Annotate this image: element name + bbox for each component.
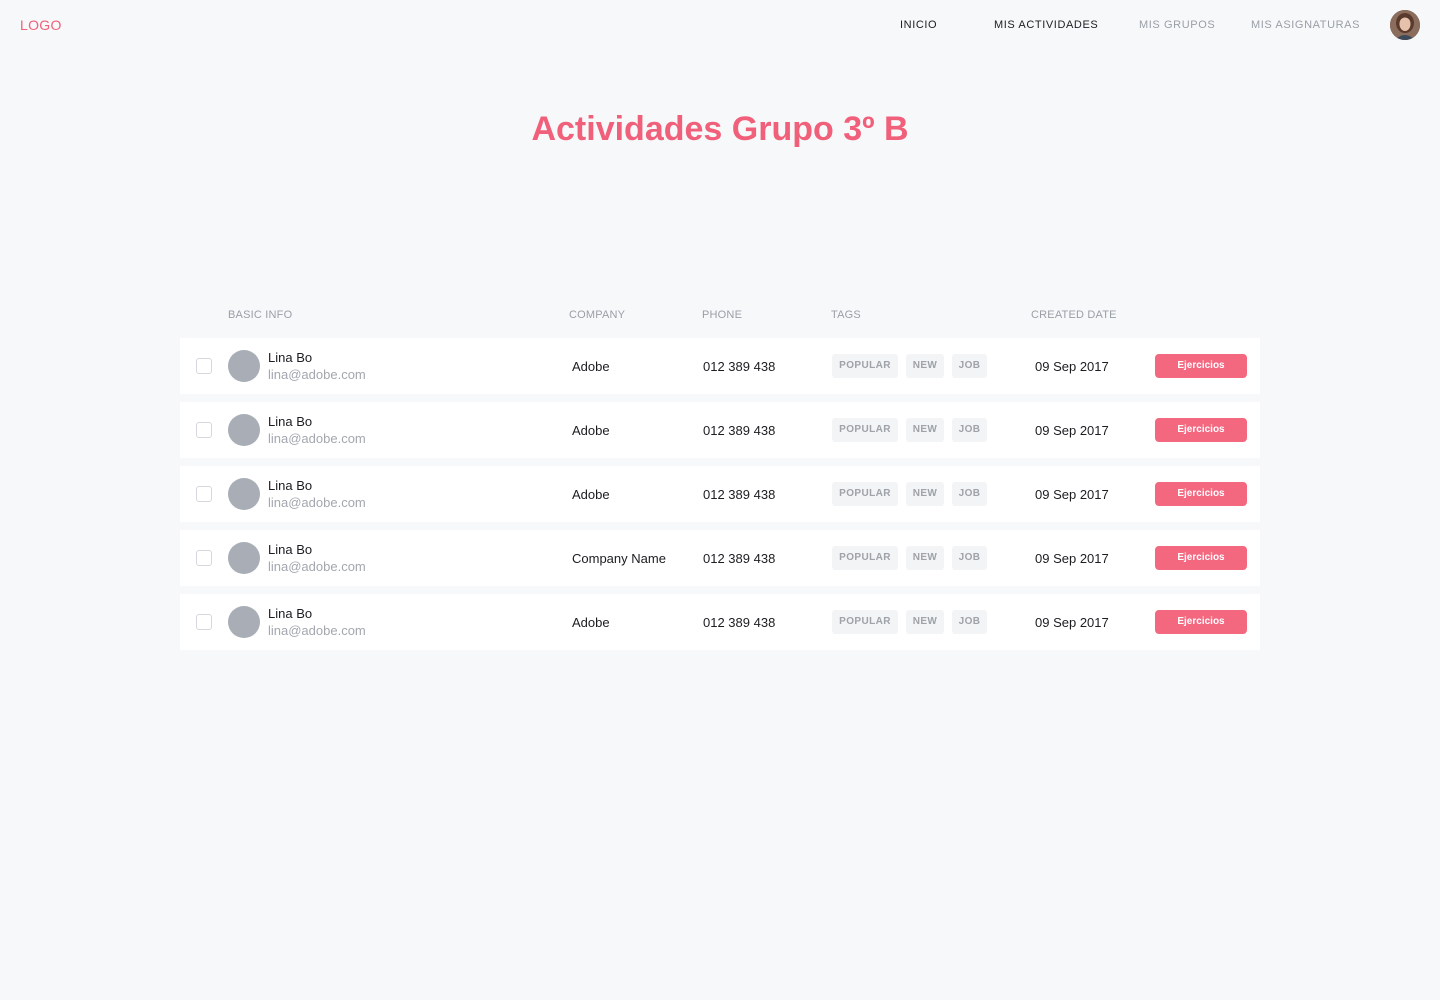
company-name: Adobe	[572, 423, 610, 438]
avatar	[228, 350, 260, 382]
tag-popular[interactable]: POPULAR	[832, 418, 898, 442]
company-name: Adobe	[572, 359, 610, 374]
table-row[interactable]: Lina Bo lina@adobe.com Adobe 012 389 438…	[180, 466, 1260, 522]
created-date: 09 Sep 2017	[1035, 551, 1109, 566]
row-checkbox[interactable]	[196, 358, 212, 374]
column-header-created-date[interactable]: CREATED DATE	[1031, 309, 1117, 321]
ejercicios-button[interactable]: Ejercicios	[1155, 482, 1247, 506]
avatar	[228, 478, 260, 510]
phone-number: 012 389 438	[703, 615, 776, 630]
contact-name: Lina Bo	[268, 350, 313, 365]
row-checkbox[interactable]	[196, 422, 212, 438]
ejercicios-button[interactable]: Ejercicios	[1155, 354, 1247, 378]
contact-name: Lina Bo	[268, 478, 313, 493]
column-header-basic-info[interactable]: BASIC INFO	[228, 309, 292, 321]
top-navigation-bar: LOGO INICIO MIS ACTIVIDADES MIS GRUPOS M…	[0, 0, 1440, 50]
contact-email: lina@adobe.com	[268, 623, 366, 638]
nav-item-mis-grupos[interactable]: MIS GRUPOS	[1139, 19, 1215, 31]
company-name: Adobe	[572, 615, 610, 630]
ejercicios-button[interactable]: Ejercicios	[1155, 610, 1247, 634]
user-photo-icon	[1390, 10, 1420, 40]
column-header-company[interactable]: COMPANY	[569, 309, 625, 321]
created-date: 09 Sep 2017	[1035, 487, 1109, 502]
phone-number: 012 389 438	[703, 551, 776, 566]
ejercicios-button[interactable]: Ejercicios	[1155, 546, 1247, 570]
page-title: Actividades Grupo 3º B	[531, 110, 909, 148]
tag-job[interactable]: JOB	[952, 354, 987, 378]
row-checkbox[interactable]	[196, 614, 212, 630]
company-name: Adobe	[572, 487, 610, 502]
nav-item-mis-asignaturas[interactable]: MIS ASIGNATURAS	[1251, 19, 1360, 31]
tag-job[interactable]: JOB	[952, 610, 987, 634]
contact-name: Lina Bo	[268, 542, 313, 557]
tag-job[interactable]: JOB	[952, 418, 987, 442]
avatar	[228, 606, 260, 638]
row-checkbox[interactable]	[196, 550, 212, 566]
nav-item-inicio[interactable]: INICIO	[900, 19, 937, 31]
table-row[interactable]: Lina Bo lina@adobe.com Adobe 012 389 438…	[180, 338, 1260, 394]
tag-popular[interactable]: POPULAR	[832, 354, 898, 378]
avatar	[228, 414, 260, 446]
company-name: Company Name	[572, 551, 666, 566]
contact-email: lina@adobe.com	[268, 495, 366, 510]
tag-new[interactable]: NEW	[906, 482, 944, 506]
tag-popular[interactable]: POPULAR	[832, 482, 898, 506]
row-checkbox[interactable]	[196, 486, 212, 502]
tag-new[interactable]: NEW	[906, 546, 944, 570]
contact-name: Lina Bo	[268, 606, 313, 621]
column-header-phone[interactable]: PHONE	[702, 309, 742, 321]
created-date: 09 Sep 2017	[1035, 615, 1109, 630]
table-row[interactable]: Lina Bo lina@adobe.com Adobe 012 389 438…	[180, 402, 1260, 458]
avatar	[228, 542, 260, 574]
user-avatar[interactable]	[1390, 10, 1420, 40]
table-row[interactable]: Lina Bo lina@adobe.com Company Name 012 …	[180, 530, 1260, 586]
contact-name: Lina Bo	[268, 414, 313, 429]
logo[interactable]: LOGO	[20, 17, 62, 33]
table-header: BASIC INFO COMPANY PHONE TAGS CREATED DA…	[180, 309, 1260, 323]
phone-number: 012 389 438	[703, 423, 776, 438]
created-date: 09 Sep 2017	[1035, 423, 1109, 438]
ejercicios-button[interactable]: Ejercicios	[1155, 418, 1247, 442]
tag-job[interactable]: JOB	[952, 546, 987, 570]
contact-email: lina@adobe.com	[268, 559, 366, 574]
tag-popular[interactable]: POPULAR	[832, 610, 898, 634]
phone-number: 012 389 438	[703, 359, 776, 374]
contact-email: lina@adobe.com	[268, 431, 366, 446]
tag-job[interactable]: JOB	[952, 482, 987, 506]
table-row[interactable]: Lina Bo lina@adobe.com Adobe 012 389 438…	[180, 594, 1260, 650]
phone-number: 012 389 438	[703, 487, 776, 502]
created-date: 09 Sep 2017	[1035, 359, 1109, 374]
contact-email: lina@adobe.com	[268, 367, 366, 382]
tag-new[interactable]: NEW	[906, 418, 944, 442]
column-header-tags[interactable]: TAGS	[831, 309, 861, 321]
tag-popular[interactable]: POPULAR	[832, 546, 898, 570]
tag-new[interactable]: NEW	[906, 610, 944, 634]
nav-item-mis-actividades[interactable]: MIS ACTIVIDADES	[994, 19, 1098, 31]
tag-new[interactable]: NEW	[906, 354, 944, 378]
